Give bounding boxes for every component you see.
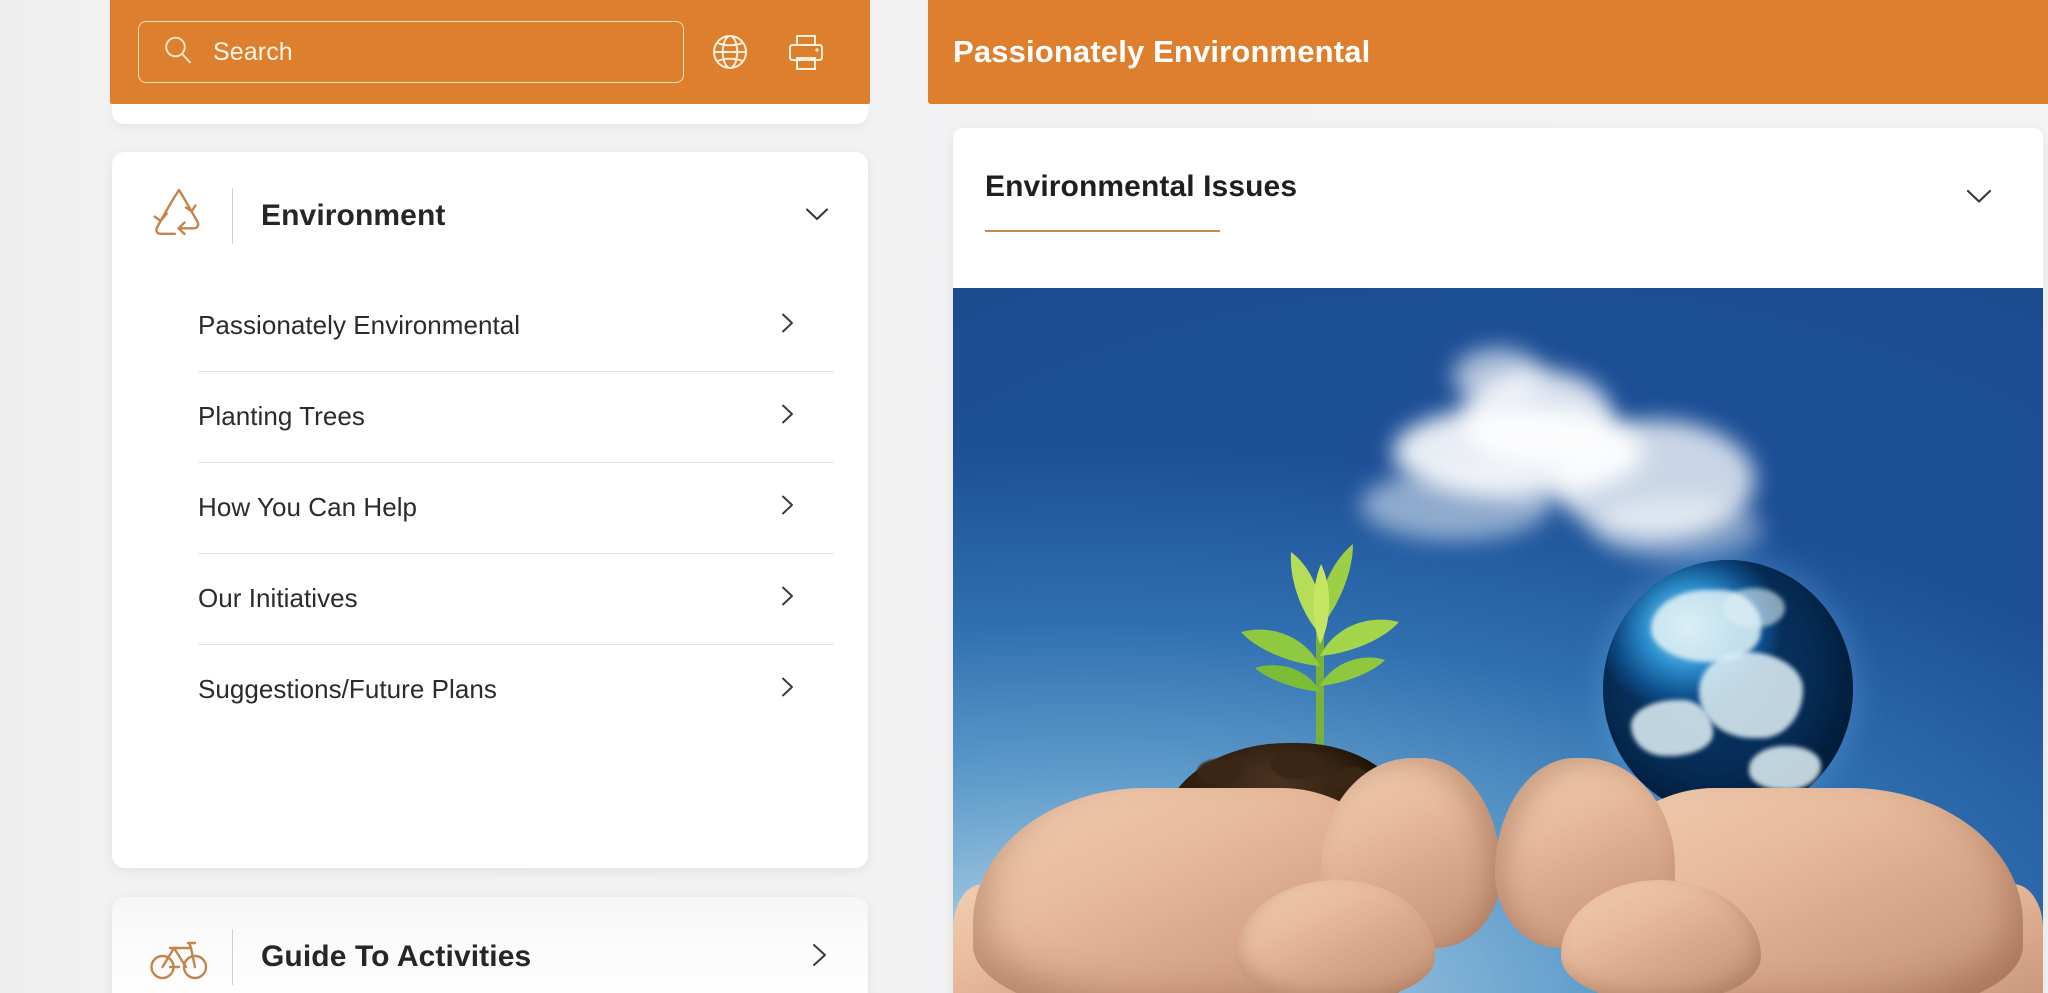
partial-card-above xyxy=(112,104,868,124)
sidebar-section-guide-header[interactable]: Guide To Activities xyxy=(112,897,868,993)
soil-clod xyxy=(1197,759,1241,785)
sidebar-item-our-initiatives[interactable]: Our Initiatives xyxy=(198,553,834,644)
sidebar-item-label: Suggestions/Future Plans xyxy=(198,674,497,704)
content-card-header[interactable]: Environmental Issues xyxy=(953,128,2043,288)
chevron-right-icon[interactable] xyxy=(804,940,834,975)
search-placeholder-text: Search xyxy=(213,37,293,66)
recycle-icon xyxy=(140,185,218,247)
globe-icon[interactable] xyxy=(706,28,754,76)
bicycle-icon xyxy=(140,926,218,988)
printer-icon[interactable] xyxy=(782,28,830,76)
earth-globe xyxy=(1603,560,1853,818)
sidebar-section-title: Environment xyxy=(261,199,446,232)
search-icon xyxy=(161,33,195,72)
header-divider xyxy=(232,929,233,985)
chevron-right-icon xyxy=(774,310,800,341)
title-underline xyxy=(985,230,1220,232)
chevron-right-icon xyxy=(774,583,800,614)
chevron-down-icon[interactable] xyxy=(800,197,834,236)
chevron-right-icon xyxy=(774,401,800,432)
search-header-bar: Search xyxy=(110,0,870,104)
cloud xyxy=(1593,498,1763,560)
sidebar-item-label: Our Initiatives xyxy=(198,583,358,613)
sidebar-section-environment: Environment Passionately Environmental P… xyxy=(112,152,868,868)
sidebar-item-label: Planting Trees xyxy=(198,401,365,431)
sidebar-environment-menu: Passionately Environmental Planting Tree… xyxy=(112,280,868,735)
landmass xyxy=(1631,700,1713,756)
sidebar-section-environment-header[interactable]: Environment xyxy=(112,152,868,280)
sidebar-section-title: Guide To Activities xyxy=(261,940,532,973)
sidebar-item-label: How You Can Help xyxy=(198,492,418,522)
sidebar-item-how-you-can-help[interactable]: How You Can Help xyxy=(198,462,834,553)
header-divider xyxy=(232,188,233,244)
landmass xyxy=(1749,746,1821,790)
page-banner: Passionately Environmental xyxy=(928,0,2048,104)
content-photo xyxy=(953,288,2043,993)
search-input[interactable]: Search xyxy=(138,21,684,83)
sidebar-section-guide-to-activities: Guide To Activities xyxy=(112,897,868,993)
page-root: Search Environment Passionately Environm… xyxy=(0,0,2048,993)
sidebar-item-label: Passionately Environmental xyxy=(198,310,521,340)
chevron-right-icon xyxy=(774,492,800,523)
chevron-down-icon[interactable] xyxy=(1961,178,1997,219)
left-sidebar-column: Search Environment Passionately Environm… xyxy=(110,0,870,993)
chevron-right-icon xyxy=(774,674,800,705)
sidebar-item-planting-trees[interactable]: Planting Trees xyxy=(198,371,834,462)
content-card-title: Environmental Issues xyxy=(985,170,1298,203)
main-content-column: Passionately Environmental Environmental… xyxy=(928,0,2048,993)
soil-clod xyxy=(1271,751,1323,779)
sidebar-item-passionately-environmental[interactable]: Passionately Environmental xyxy=(198,280,834,371)
sidebar-item-suggestions-future-plans[interactable]: Suggestions/Future Plans xyxy=(198,644,834,735)
content-card: Environmental Issues xyxy=(953,128,2043,993)
landmass xyxy=(1699,652,1803,738)
page-title: Passionately Environmental xyxy=(953,34,1371,69)
content-title-wrap: Environmental Issues xyxy=(985,170,1961,232)
landmass xyxy=(1723,588,1785,628)
